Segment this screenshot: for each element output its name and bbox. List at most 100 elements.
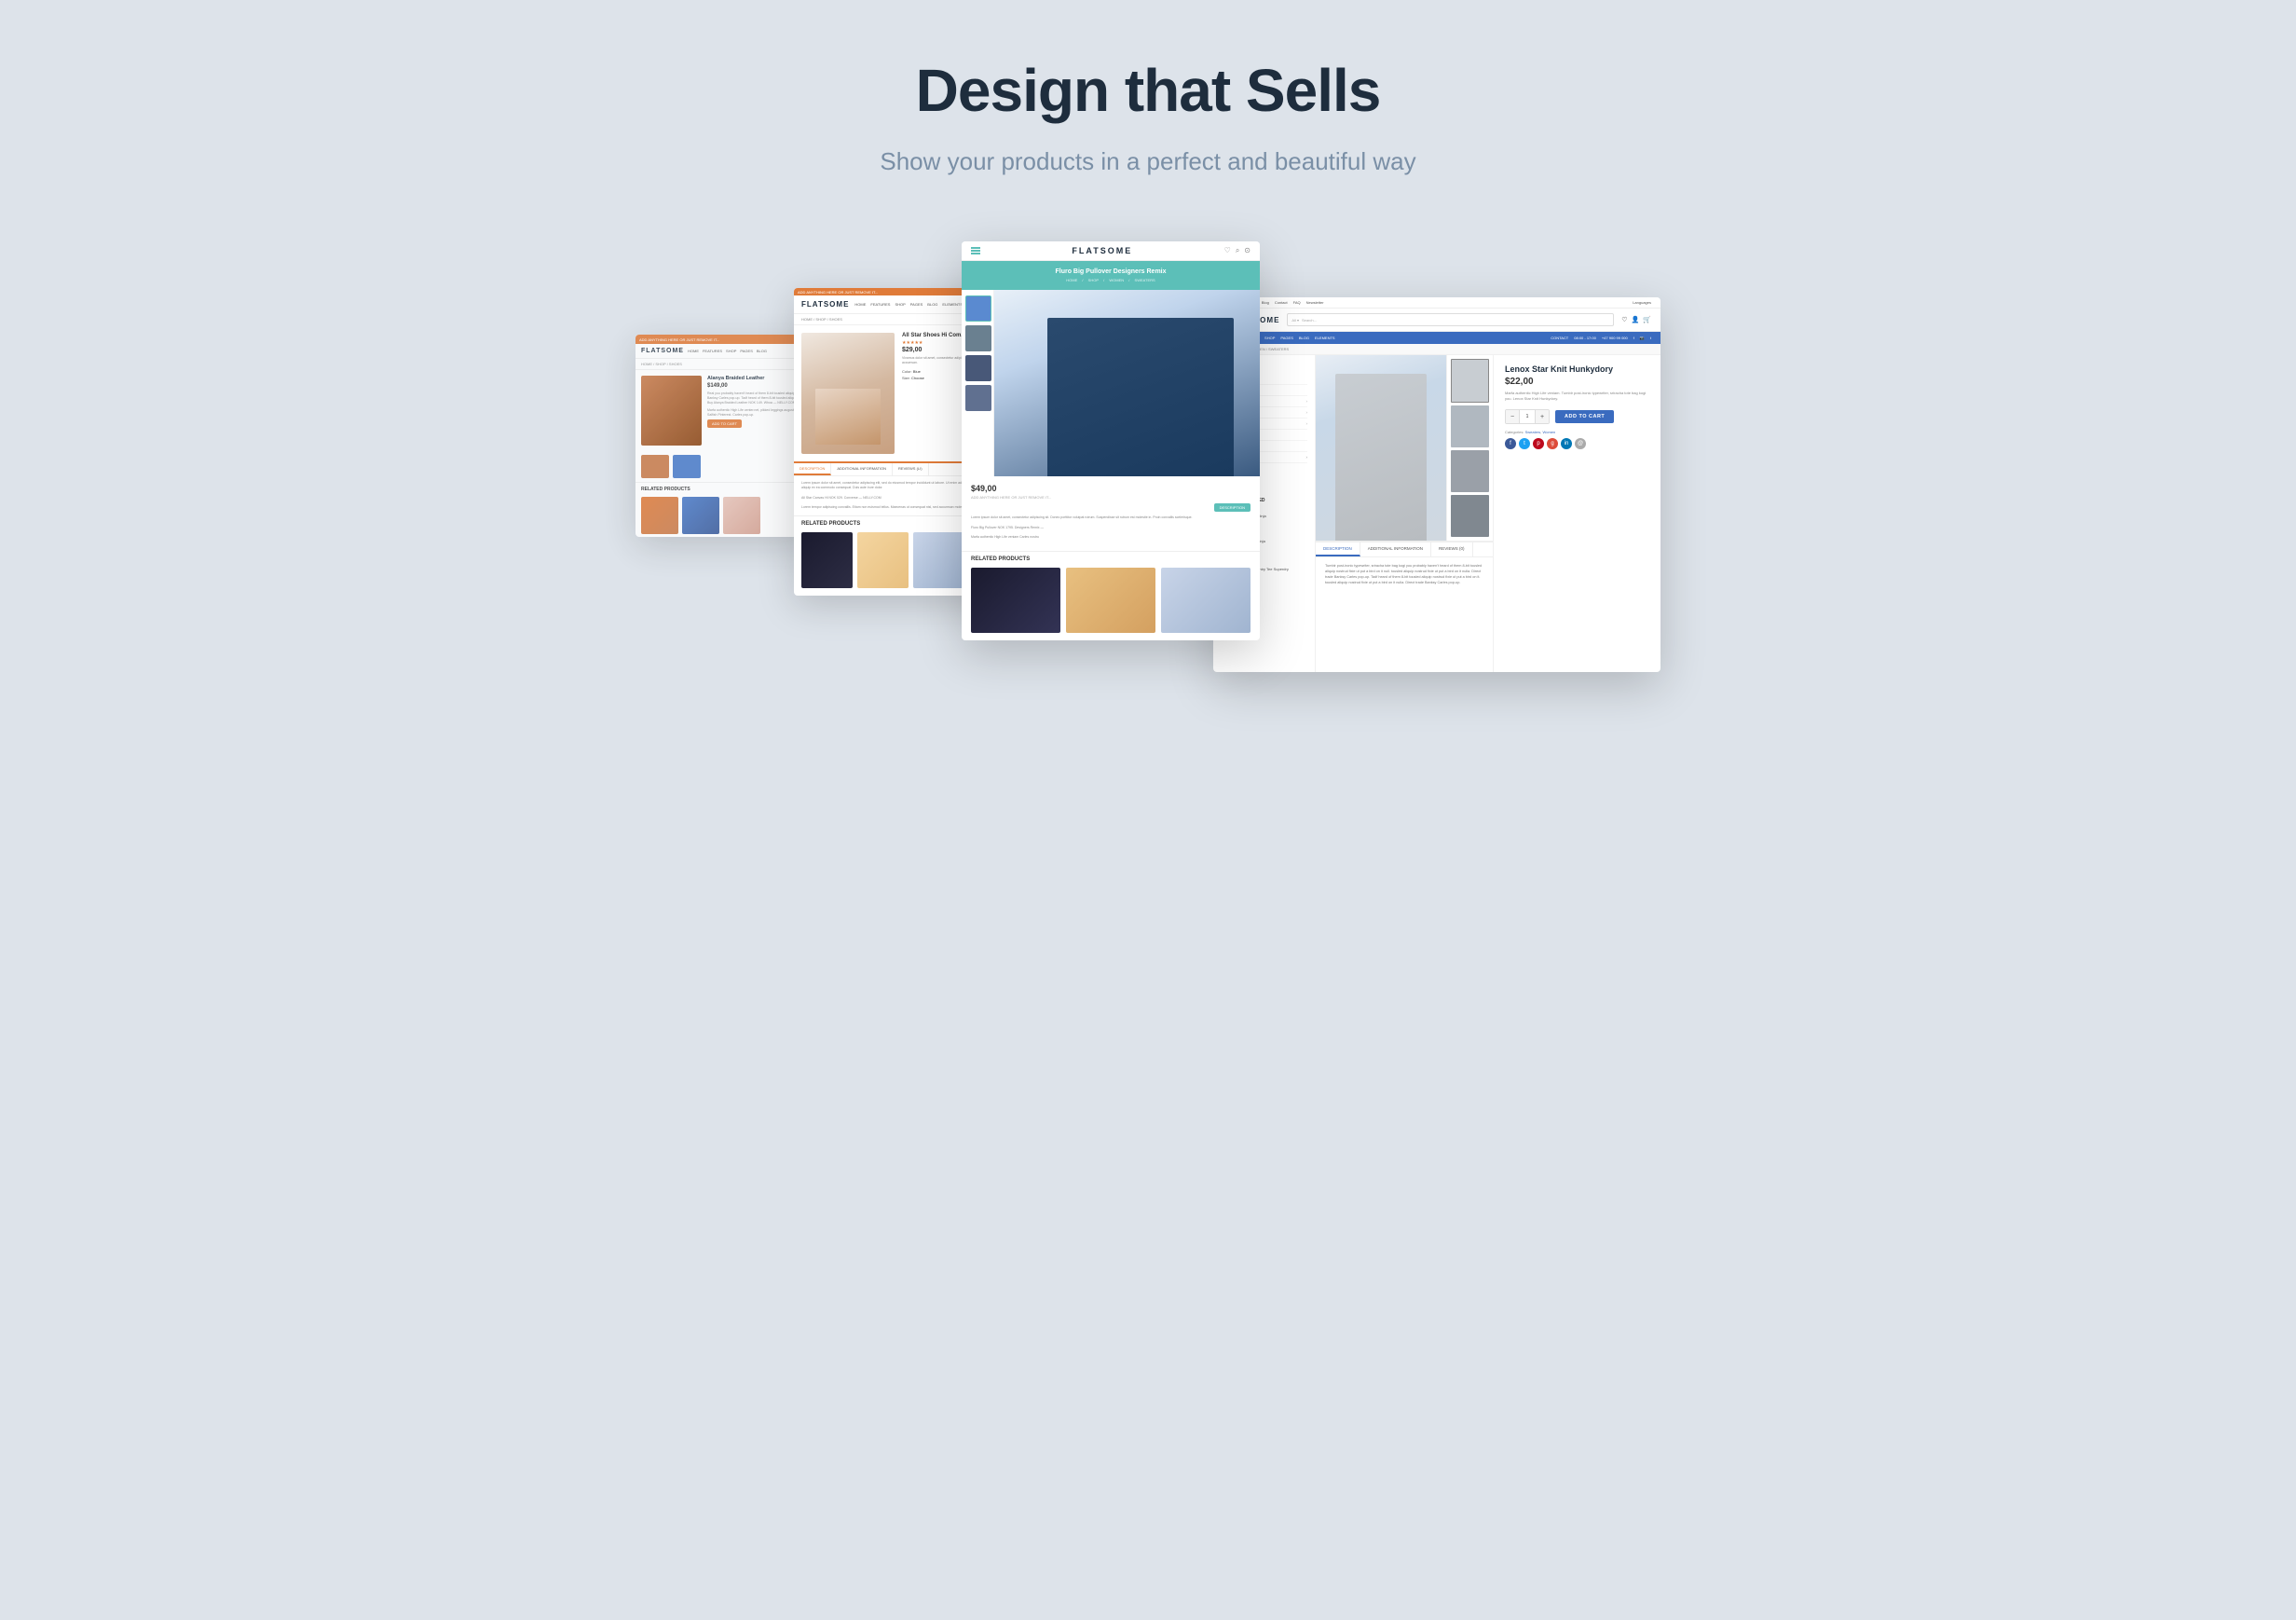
cat-women[interactable]: Women	[1543, 430, 1556, 434]
right-desc-body: Tumblr post-ironic typewriter, sriracha …	[1316, 557, 1493, 591]
nav-blog[interactable]: BLOG	[1299, 336, 1309, 340]
right-product-info: Lenox Star Knit Hunkydory $22,00 Marfa a…	[1493, 355, 1660, 672]
google-share[interactable]: g	[1547, 438, 1558, 449]
second-product-image	[801, 333, 895, 454]
wishlist-icon[interactable]: ♡	[1621, 316, 1627, 323]
instagram-icon[interactable]: 📷	[1640, 336, 1645, 340]
left-add-cart[interactable]: ADD TO CART	[707, 419, 742, 428]
right-cart-icons: ♡ 👤 🛒	[1621, 316, 1651, 323]
right-split: DESCRIPTION ADDITIONAL INFORMATION REVIE…	[1316, 355, 1660, 672]
contact-link[interactable]: Contact	[1275, 300, 1288, 305]
twitter-icon[interactable]: t	[1650, 336, 1651, 340]
desc-tab-2[interactable]: ADDITIONAL INFORMATION	[1360, 542, 1431, 556]
center-desc: Lorem ipsum dolor sit amet, consectetur …	[971, 515, 1250, 540]
screen-right: About Our Stores Blog Contact FAQ Newsle…	[1213, 297, 1660, 672]
menu-icon	[971, 247, 980, 254]
faq-link[interactable]: FAQ	[1293, 300, 1301, 305]
center-thumb-col	[962, 290, 994, 476]
cat-sweaters[interactable]: Sweaters	[1525, 430, 1541, 434]
fb-icon[interactable]: f	[1633, 336, 1634, 340]
twitter-share[interactable]: t	[1519, 438, 1530, 449]
left-related-3	[723, 497, 760, 534]
center-related-3	[1161, 568, 1250, 633]
center-breadcrumb: HOME / SHOP / WOMEN / SWEATERS	[971, 278, 1250, 282]
nav-phone: +47 900 99 000	[1602, 336, 1628, 340]
pt-2	[1451, 405, 1489, 447]
center-nav-icons: ♡ ⌕ ⊙	[1224, 246, 1250, 255]
cart-icon: ♡	[1224, 246, 1231, 255]
center-thumb-1	[965, 295, 991, 322]
qty-plus[interactable]: +	[1536, 410, 1549, 423]
second-related-2	[857, 532, 909, 588]
facebook-share[interactable]: f	[1505, 438, 1516, 449]
pinterest-share[interactable]: p	[1533, 438, 1544, 449]
languages-link[interactable]: Languages	[1633, 300, 1651, 305]
right-main-nav: FLATSOME All ▾ Search... ♡ 👤 🛒	[1213, 309, 1660, 332]
center-thumb-2	[965, 325, 991, 351]
right-desc-tabs: DESCRIPTION ADDITIONAL INFORMATION REVIE…	[1316, 542, 1493, 557]
right-product-price: $22,00	[1505, 377, 1649, 387]
center-related-1	[971, 568, 1060, 633]
share-icons: f t p g in @	[1505, 438, 1649, 449]
right-content-area: BROWSE Bags Booking Clothing › Men › Mus…	[1213, 355, 1660, 672]
blog-link[interactable]: Blog	[1262, 300, 1269, 305]
second-tab-reviews[interactable]: REVIEWS (LI)	[893, 463, 929, 475]
center-related-row	[962, 565, 1260, 640]
left-thumb-2	[673, 455, 701, 478]
left-nav-links: HOME FEATURES SHOP PAGES BLOG	[688, 349, 767, 353]
desc-tab-3[interactable]: REVIEWS (0)	[1431, 542, 1473, 556]
nav-pages[interactable]: PAGES	[1280, 336, 1293, 340]
linkedin-share[interactable]: in	[1561, 438, 1572, 449]
women-arrow: ›	[1306, 455, 1308, 460]
center-price: $49,00	[971, 484, 1250, 493]
nav-contact[interactable]: CONTACT	[1551, 336, 1568, 340]
email-share[interactable]: @	[1575, 438, 1586, 449]
nav-elements[interactable]: ELEMENTS	[1315, 336, 1335, 340]
second-tab-info[interactable]: ADDITIONAL INFORMATION	[831, 463, 893, 475]
pt-4	[1451, 495, 1489, 537]
cart-icon[interactable]: 🛒	[1643, 316, 1651, 323]
second-logo: FLATSOME	[801, 300, 849, 309]
center-thumb-4	[965, 385, 991, 411]
second-related-1	[801, 532, 853, 588]
second-related-3	[913, 532, 964, 588]
nav-hours: 08:00 - 17:00	[1574, 336, 1596, 340]
center-related-title: RELATED PRODUCTS	[962, 551, 1260, 565]
center-desc-tab[interactable]: DESCRIPTION	[1214, 503, 1250, 512]
second-nav-links: HOME FEATURES SHOP PAGES BLOG ELEMENTS	[854, 302, 963, 307]
nav-shop[interactable]: SHOP	[1264, 336, 1275, 340]
search-icon: ⌕	[1236, 246, 1239, 255]
newsletter-link[interactable]: Newsletter	[1306, 300, 1324, 305]
music-arrow: ›	[1306, 421, 1308, 426]
desc-tab-1[interactable]: DESCRIPTION	[1316, 542, 1360, 556]
second-tab-desc[interactable]: DESCRIPTION	[794, 463, 831, 475]
bag-icon: ⊙	[1244, 246, 1250, 255]
center-thumb-3	[965, 355, 991, 381]
right-util-bar: About Our Stores Blog Contact FAQ Newsle…	[1213, 297, 1660, 309]
men-arrow: ›	[1306, 410, 1308, 415]
add-to-cart-button[interactable]: ADD TO CART	[1555, 410, 1614, 423]
left-related-2	[682, 497, 719, 534]
left-product-image	[641, 376, 702, 446]
account-icon[interactable]: 👤	[1632, 316, 1640, 323]
center-top-nav: FLATSOME ♡ ⌕ ⊙	[962, 241, 1260, 261]
pt-1	[1451, 359, 1489, 403]
center-product-area	[962, 290, 1260, 476]
right-product-desc: Marfa authentic High Life veniam. Tumblr…	[1505, 391, 1649, 402]
search-placeholder: Search...	[1302, 318, 1317, 323]
qty-value: 1	[1519, 410, 1536, 423]
clothing-arrow: ›	[1306, 399, 1308, 404]
qty-minus[interactable]: −	[1506, 410, 1519, 423]
screenshots-container: ADD ANYTHING HERE OR JUST REMOVE IT... F…	[636, 241, 1660, 763]
right-search-bar[interactable]: All ▾ Search...	[1287, 313, 1614, 326]
hero-subtitle: Show your products in a perfect and beau…	[880, 147, 1415, 176]
right-util-right: Languages	[1633, 300, 1651, 305]
product-thumb-col	[1446, 355, 1493, 541]
hero-title: Design that Sells	[916, 56, 1381, 125]
qty-control: − 1 +	[1505, 409, 1550, 424]
right-blue-nav: HOME FEATURES SHOP PAGES BLOG ELEMENTS C…	[1213, 332, 1660, 344]
center-banner-title: Fluro Big Pullover Designers Remix	[971, 268, 1250, 275]
right-main-content: DESCRIPTION ADDITIONAL INFORMATION REVIE…	[1316, 355, 1660, 672]
center-main-image	[994, 290, 1260, 476]
search-category: All ▾	[1292, 318, 1299, 323]
